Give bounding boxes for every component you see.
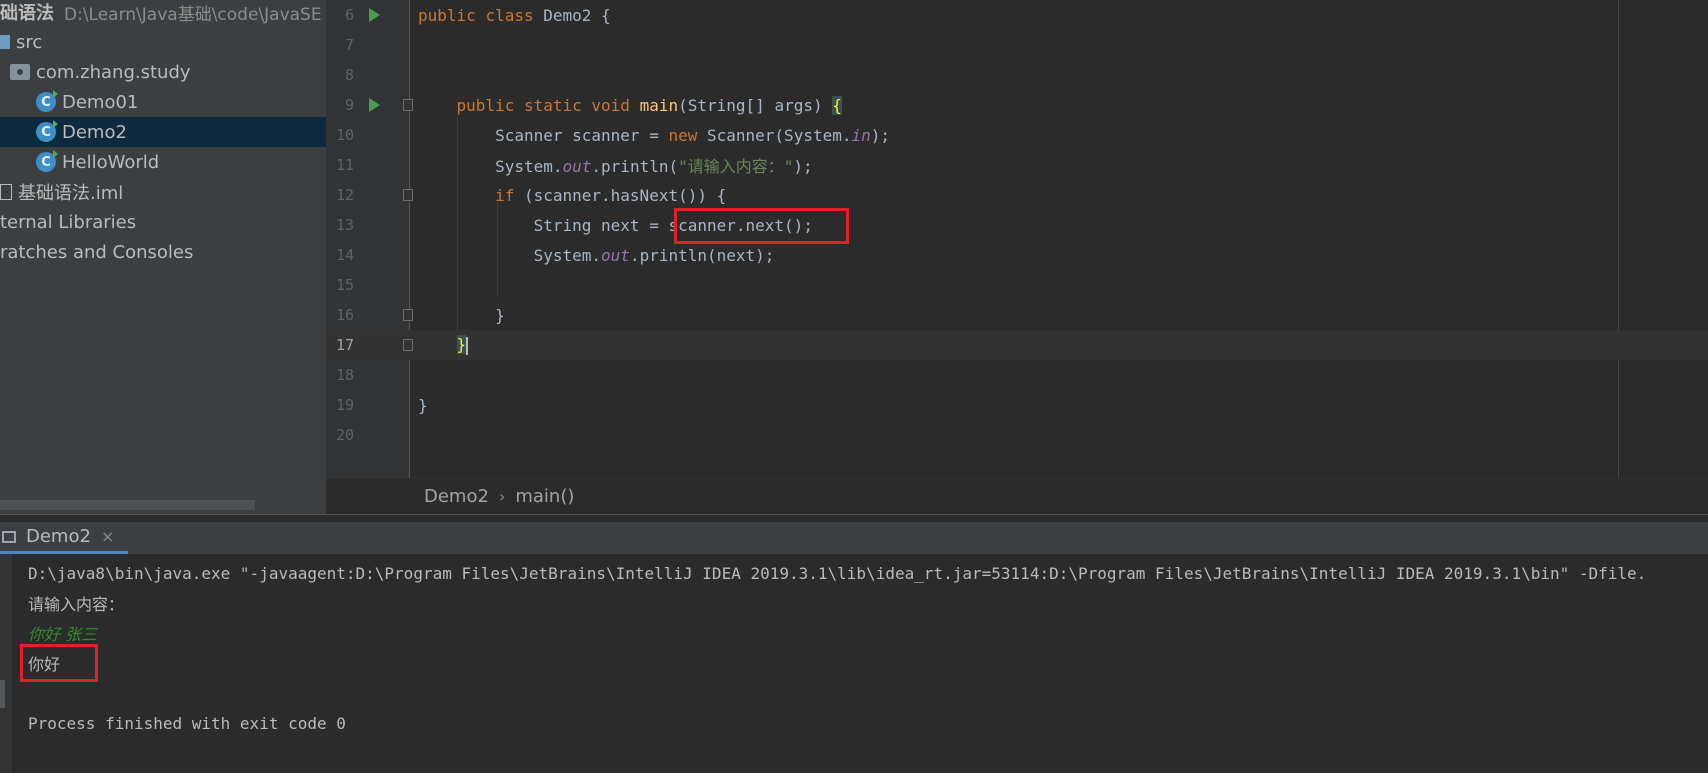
java-class-icon: C: [36, 90, 58, 112]
console-line-output: 你好: [28, 655, 61, 674]
line-number: 8: [344, 66, 354, 84]
line-number: 10: [335, 126, 354, 144]
tree-item-label: HelloWorld: [62, 151, 160, 173]
code-line: 12 if (scanner.hasNext()) {: [326, 180, 1708, 210]
keyword: void: [591, 95, 630, 115]
line-number: 7: [344, 36, 354, 54]
static-field: out: [562, 157, 592, 176]
line-number: 16: [335, 306, 354, 324]
highlight-box-scanner-next: [674, 208, 849, 244]
line-number: 14: [335, 246, 354, 264]
line-number: 17: [335, 336, 354, 354]
code-line: 11 System.out.println("请输入内容：");: [326, 150, 1708, 180]
editor-breadcrumb: Demo2 › main(): [326, 478, 1708, 514]
keyword: new: [668, 125, 698, 145]
tree-item-external-libraries[interactable]: ternal Libraries: [0, 207, 326, 237]
console-line-prompt: 请输入内容：: [28, 595, 125, 614]
tree-item-src[interactable]: src: [0, 27, 326, 57]
keyword: public: [456, 95, 515, 115]
line-number: 20: [335, 426, 354, 444]
code-line: 15: [326, 270, 1708, 300]
highlight-box-output: [20, 644, 98, 682]
fold-marker-icon[interactable]: [403, 339, 413, 351]
line-number: 13: [335, 216, 354, 234]
line-number: 19: [335, 396, 354, 414]
code-line: 16 }: [326, 300, 1708, 330]
code-line: 18: [326, 360, 1708, 390]
string-literal: "请输入内容：": [678, 157, 794, 176]
line-number: 6: [344, 6, 354, 24]
tree-item-demo01[interactable]: C Demo01: [0, 87, 326, 117]
code-line: 13 String next = scanner.next();: [326, 210, 1708, 240]
code-line: 8: [326, 60, 1708, 90]
project-root-row[interactable]: 础语法 D:\Learn\Java基础\code\JavaSE: [0, 0, 326, 27]
fold-marker-icon[interactable]: [403, 309, 413, 321]
fold-marker-icon[interactable]: [403, 99, 413, 111]
static-field: in: [851, 125, 871, 145]
run-window-icon: [2, 530, 16, 543]
project-root-path: D:\Learn\Java基础\code\JavaSE: [64, 4, 322, 25]
line-number: 11: [335, 156, 354, 174]
method-name: main: [639, 95, 679, 115]
run-class-icon[interactable]: [369, 8, 380, 22]
code-line: 19 }: [326, 390, 1708, 420]
code-editor[interactable]: 6 public class Demo2 { 7 8 9 public stat…: [326, 0, 1708, 478]
line-number: 18: [335, 366, 354, 384]
breadcrumb-method[interactable]: main(): [515, 486, 574, 507]
run-tab-bar: Demo2 ×: [0, 522, 1708, 554]
run-main-icon[interactable]: [369, 98, 380, 112]
line-number: 12: [335, 186, 354, 204]
tree-item-label: ternal Libraries: [0, 211, 137, 233]
console-toolbar-strip: [0, 554, 12, 773]
tree-item-demo2[interactable]: C Demo2: [0, 117, 326, 147]
project-tree: 础语法 D:\Learn\Java基础\code\JavaSE src com.…: [0, 0, 326, 514]
breadcrumb-class[interactable]: Demo2: [424, 486, 489, 507]
fold-marker-icon[interactable]: [403, 189, 413, 201]
run-console[interactable]: D:\java8\bin\java.exe "-javaagent:D:\Pro…: [0, 554, 1708, 773]
code-line: 14 System.out.println(next);: [326, 240, 1708, 270]
line-number: 9: [344, 96, 354, 114]
line-number: 15: [335, 276, 354, 294]
folder-icon: [0, 35, 10, 49]
module-file-icon: [0, 184, 12, 200]
code-line: 20: [326, 420, 1708, 450]
console-line-exit: Process finished with exit code 0: [28, 713, 346, 733]
tab-run-demo2[interactable]: Demo2 ×: [0, 522, 129, 554]
code-line-current: 17 }: [326, 330, 1708, 360]
code-line: 10 Scanner scanner = new Scanner(System.…: [326, 120, 1708, 150]
tree-item-label: 基础语法.iml: [18, 183, 124, 204]
text-caret: [466, 336, 469, 355]
run-tab-label: Demo2: [26, 526, 91, 547]
console-line-user-input: 你好 张三: [28, 625, 98, 644]
tree-item-helloworld[interactable]: C HelloWorld: [0, 147, 326, 177]
console-toolbar-handle: [0, 680, 5, 708]
breadcrumb-separator: ›: [498, 487, 506, 506]
tree-item-label: Demo2: [62, 121, 127, 143]
static-field: out: [601, 245, 630, 265]
tree-item-label: ratches and Consoles: [0, 241, 194, 263]
code-line: 6 public class Demo2 {: [326, 0, 1708, 30]
keyword: static: [523, 95, 582, 115]
keyword: class: [485, 5, 534, 25]
tree-item-iml[interactable]: 基础语法.iml: [0, 177, 326, 207]
tree-item-label: src: [16, 31, 43, 53]
java-class-icon: C: [36, 120, 58, 142]
tree-item-scratches[interactable]: ratches and Consoles: [0, 237, 326, 267]
java-class-icon: C: [36, 150, 58, 172]
panel-divider[interactable]: [0, 514, 1708, 522]
keyword: if: [495, 185, 515, 205]
keyword: public: [418, 5, 476, 25]
tree-item-label: Demo01: [62, 91, 139, 113]
console-line-command: D:\java8\bin\java.exe "-javaagent:D:\Pro…: [28, 563, 1647, 583]
package-icon: [10, 64, 30, 80]
tree-item-label: com.zhang.study: [36, 61, 191, 83]
code-line: 7: [326, 30, 1708, 60]
tree-item-package[interactable]: com.zhang.study: [0, 57, 326, 87]
close-icon[interactable]: ×: [101, 527, 114, 546]
sidebar-horizontal-scrollbar[interactable]: [0, 500, 255, 510]
code-line: 9 public static void main(String[] args)…: [326, 90, 1708, 120]
project-root-name: 础语法: [0, 3, 54, 24]
